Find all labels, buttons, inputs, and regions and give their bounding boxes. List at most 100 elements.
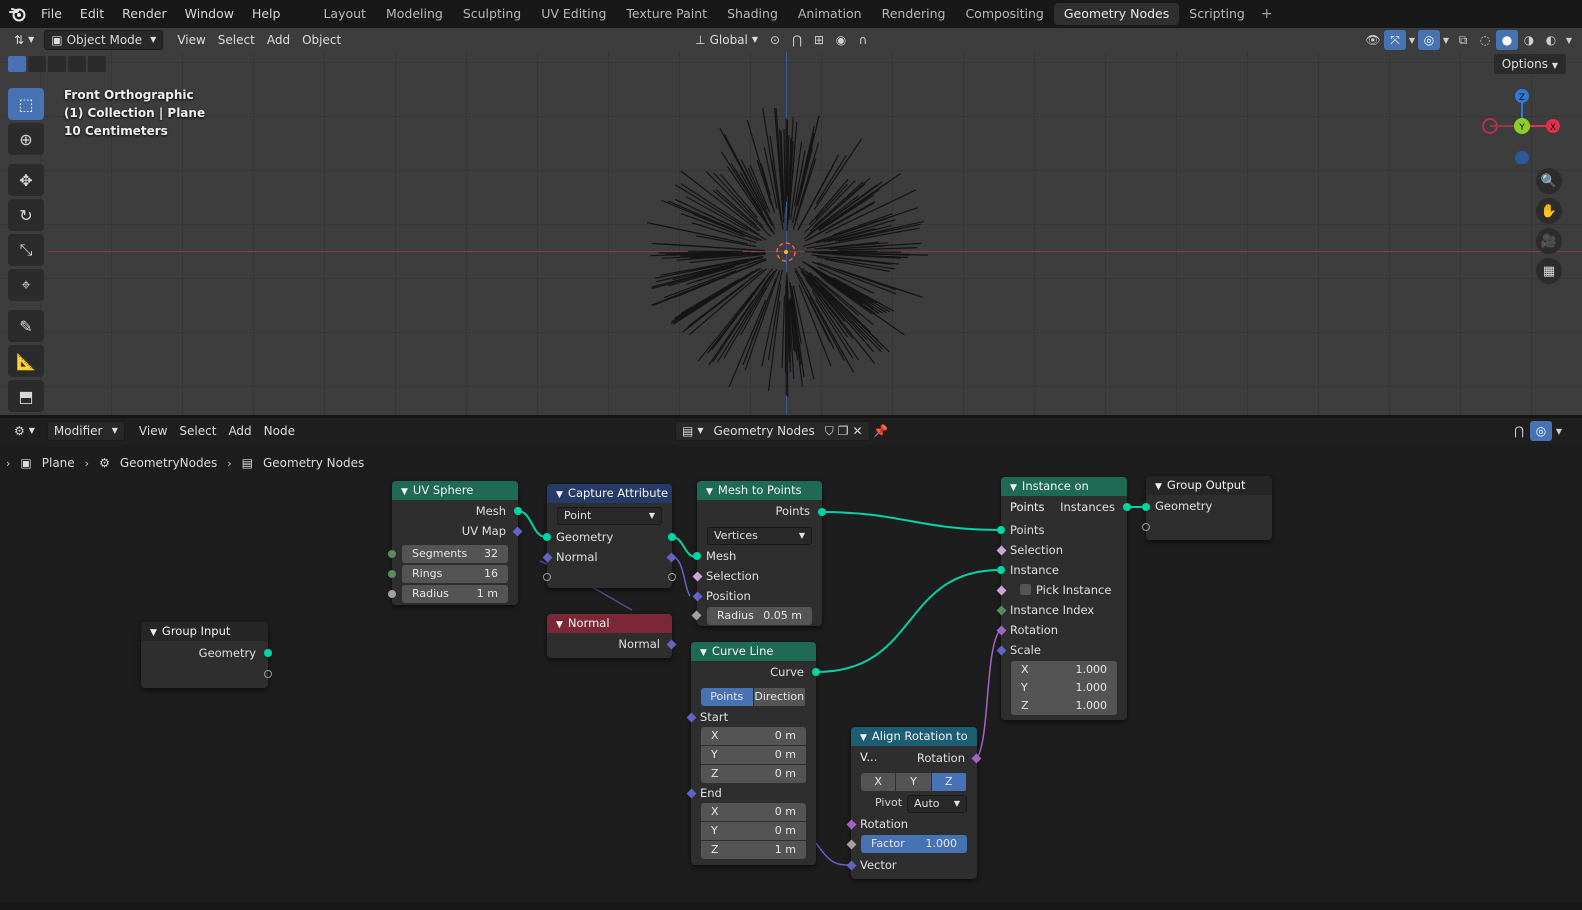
node-capture-attribute[interactable]: ▼ Capture Attribute Point ▼ Geometry Norma… [542,484,677,588]
socket-rings-in[interactable] [388,570,396,578]
transform-icon[interactable]: ⌖ [8,269,44,301]
link-points[interactable] [821,511,1001,531]
select-box-icon[interactable]: ⬚ [8,88,44,120]
menu-help[interactable]: Help [243,3,290,25]
radius-field[interactable]: Radius 1 m [402,585,508,603]
node-group-output[interactable]: ▼ Group Output Geometry [1142,476,1272,540]
socket-points-out[interactable] [818,508,826,516]
annotate-icon[interactable]: ✎ [8,310,44,342]
wireframe-shading-icon[interactable]: ◌ [1474,30,1496,50]
instanced-curves-object[interactable] [640,108,940,408]
chevron-down-icon[interactable]: ▼ [1406,30,1418,50]
3d-viewport[interactable]: ⇅ ▼ ▣ Object Mode ▼ View Select Add Objec… [0,28,1582,415]
factor-field[interactable]: Factor 1.000 [861,835,967,853]
zoom-icon[interactable]: 🔍 [1536,168,1562,194]
visibility-icon[interactable]: 👁 [1362,30,1384,50]
tab-modeling[interactable]: Modeling [376,3,453,25]
node-group-input[interactable]: ▼ Group Input Geometry [141,622,272,688]
scale-icon[interactable]: ⤡ [8,234,44,266]
rotate-icon[interactable]: ↻ [8,199,44,231]
socket-instances-out[interactable] [1123,503,1131,511]
node-mesh-to-points[interactable]: ▼ Mesh to Points Points Vertices ▼ Mesh Se… [691,481,826,626]
tab-layout[interactable]: Layout [313,3,376,25]
socket-curve-out[interactable] [812,668,820,676]
menu-file[interactable]: File [32,3,71,25]
axis-y-button[interactable]: Y [896,773,932,791]
socket-geometry-in[interactable] [543,533,551,541]
viewport-menu-add[interactable]: Add [261,30,296,50]
pivot-point-icon[interactable]: ⊙ [764,30,786,50]
socket-radius-in[interactable] [388,590,396,598]
rings-field[interactable]: Rings 16 [402,565,508,583]
socket-empty-in[interactable] [1142,523,1150,531]
rendered-shading-icon[interactable]: ◐ [1540,30,1562,50]
pan-hand-icon[interactable]: ✋ [1536,198,1562,224]
end-x-field[interactable]: X 0 m [701,803,806,821]
scale-z-field[interactable]: Z 1.000 [1011,697,1117,715]
measure-icon[interactable]: 📐 [8,345,44,377]
socket-points-in[interactable] [997,526,1005,534]
link-curve-instance[interactable] [815,569,1001,673]
node-uv-sphere[interactable]: ▼ UV Sphere Mesh UV Map Segments 32 Rings 1… [388,481,523,605]
camera-icon[interactable]: 🎥 [1536,228,1562,254]
select-invert-icon[interactable] [68,56,86,72]
tab-sculpting[interactable]: Sculpting [453,3,531,25]
socket-mesh-in[interactable] [693,552,701,560]
collapse-chevron-icon[interactable]: ▼ [700,648,707,658]
scale-x-field[interactable]: X 1.000 [1011,661,1117,679]
add-cube-icon[interactable]: ⬒ [8,380,44,412]
collapse-chevron-icon[interactable]: ▼ [706,487,713,497]
socket-geometry-out[interactable] [264,649,272,657]
pivot-dropdown[interactable]: Auto ▼ [907,795,967,813]
viewport-menu-object[interactable]: Object [296,30,347,50]
options-dropdown[interactable]: Options ▼ [1493,54,1566,74]
add-workspace-button[interactable]: + [1255,6,1279,22]
mode-direction-button[interactable]: Direction [753,688,806,706]
socket-geometry-out[interactable] [668,533,676,541]
tab-shading[interactable]: Shading [717,3,788,25]
start-y-field[interactable]: Y 0 m [701,746,806,764]
viewport-menu-view[interactable]: View [171,30,211,50]
node-instance-on-points[interactable]: ▼ Instance on Points Instances Points Sel… [996,477,1131,720]
mode-points-button[interactable]: Points [701,688,754,706]
chevron-down-icon[interactable]: ▼ [1562,30,1576,50]
socket-mesh-out[interactable] [514,507,522,515]
select-extend-icon[interactable] [28,56,46,72]
socket-empty-out[interactable] [264,670,272,678]
snap-icon[interactable]: ⋂ [786,30,808,50]
start-z-field[interactable]: Z 0 m [701,765,806,783]
node-curve-line[interactable]: ▼ Curve Line Curve Points Direction Start… [686,642,820,865]
socket-geometry-in[interactable] [1142,503,1150,511]
mode-dropdown[interactable]: Vertices ▼ [707,527,812,545]
tab-texture-paint[interactable]: Texture Paint [616,3,717,25]
axis-z-button[interactable]: Z [931,773,967,791]
node-normal[interactable]: ▼ Normal Normal [547,614,677,658]
proportional-edit-icon[interactable]: ◉ [830,30,852,50]
chevron-down-icon[interactable]: ▼ [1440,30,1452,50]
grid-ortho-icon[interactable]: ▦ [1536,258,1562,284]
tab-uv-editing[interactable]: UV Editing [531,3,616,25]
segments-field[interactable]: Segments 32 [402,545,508,563]
menu-window[interactable]: Window [176,3,243,25]
editor-type-button[interactable]: ⇅ ▼ [8,30,40,50]
tab-compositing[interactable]: Compositing [955,3,1053,25]
socket-empty-out[interactable] [668,573,676,581]
gizmo-toggle-icon[interactable]: ⤧ [1384,30,1406,50]
node-editor[interactable]: ⚙ ▼ Modifier ▼ View Select Add Node ▤ ▼ G… [0,418,1582,910]
select-new-icon[interactable] [8,56,26,72]
tab-animation[interactable]: Animation [788,3,872,25]
node-align-rotation-to-vector[interactable]: ▼ Align Rotation to V... Rotation X Y Z P… [846,727,982,879]
menu-render[interactable]: Render [113,3,176,25]
socket-instance-in[interactable] [997,566,1005,574]
collapse-chevron-icon[interactable]: ▼ [1010,483,1017,493]
axis-x-button[interactable]: X [861,773,897,791]
viewport-menu-select[interactable]: Select [212,30,261,50]
cursor-icon[interactable]: ⊕ [8,123,44,155]
tab-geometry-nodes[interactable]: Geometry Nodes [1053,3,1180,25]
material-shading-icon[interactable]: ◑ [1518,30,1540,50]
blender-logo-icon[interactable] [4,0,32,28]
checkbox-box[interactable] [1020,584,1031,595]
mode-dropdown[interactable]: ▣ Object Mode ▼ [44,30,164,50]
snap-target-icon[interactable]: ⊞ [808,30,830,50]
socket-empty-in[interactable] [543,573,551,581]
